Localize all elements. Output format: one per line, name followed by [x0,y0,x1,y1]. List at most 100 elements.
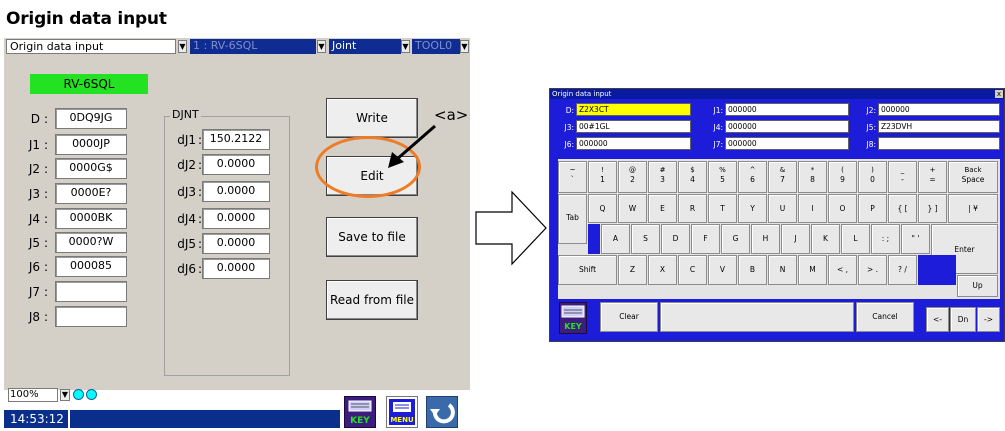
key-i[interactable]: I [798,194,827,223]
key-a[interactable]: A [601,224,630,254]
axis-input[interactable]: 000000 [725,120,849,133]
key-1[interactable]: ! 1 [588,161,617,193]
axis-value-field[interactable]: 0000E? [55,183,127,204]
key-x[interactable]: X [648,255,677,285]
axis-input[interactable]: Z2X3CT [576,103,691,116]
key-pipe[interactable]: | ¥ [948,194,998,223]
axis-input[interactable]: 000000 [576,137,691,150]
key-5[interactable]: % 5 [708,161,737,193]
key-l[interactable]: L [841,224,870,254]
axis-value-field[interactable]: 0000BK [55,208,127,229]
screen-select[interactable]: Origin data input [6,39,176,54]
right-arrow-key[interactable]: -> [977,307,1000,332]
coordinate-select[interactable]: Joint [329,39,401,54]
key-4[interactable]: $4 [678,161,707,193]
key-0[interactable]: ) 0 [858,161,887,193]
key-comma[interactable]: < , [828,255,857,285]
menu-icon[interactable]: MENU [386,396,418,428]
chevron-down-icon[interactable]: ▼ [460,40,469,53]
chevron-down-icon[interactable]: ▼ [317,40,326,53]
return-icon[interactable] [426,396,458,428]
key-m[interactable]: M [798,255,827,285]
key-right-brace[interactable]: } ] [918,194,947,223]
key-c[interactable]: C [678,255,707,285]
key-quote[interactable]: " ' [901,224,930,254]
key-period[interactable]: > . [858,255,887,285]
key-j[interactable]: J [781,224,810,254]
key-e[interactable]: E [648,194,677,223]
cancel-button[interactable]: Cancel [856,302,914,332]
axis-input[interactable]: 000000 [725,137,849,150]
chevron-down-icon[interactable]: ▼ [178,40,187,53]
key-z[interactable]: Z [618,255,647,285]
read-from-file-button[interactable]: Read from file [326,280,418,320]
axis-value-field[interactable] [55,281,127,302]
key-r[interactable]: R [678,194,707,223]
key-u[interactable]: U [768,194,797,223]
axis-input[interactable] [878,137,1000,150]
zoom-select[interactable]: 100% [8,388,58,402]
left-arrow-key[interactable]: <- [926,307,949,332]
key-minus[interactable]: _ - [888,161,917,193]
key-o[interactable]: O [828,194,857,223]
chevron-down-icon[interactable]: ▼ [60,389,70,401]
key-s[interactable]: S [631,224,660,254]
axis-value-field[interactable]: 0DQ9JG [55,108,127,129]
key-8[interactable]: * 8 [798,161,827,193]
save-to-file-button[interactable]: Save to file [326,217,418,257]
keyboard-key-icon[interactable]: KEY [344,396,376,428]
key-p[interactable]: P [858,194,887,223]
tool-select[interactable]: TOOL0 [412,39,460,54]
key-q[interactable]: Q [588,194,617,223]
djnt-value-field: 0.0000 [202,233,270,254]
djnt-label: dJ1 [177,133,196,147]
tab-key[interactable]: Tab [558,194,587,244]
shift-key[interactable]: Shift [558,255,617,285]
keyboard-key-icon[interactable]: KEY [559,302,587,334]
axis-value-field[interactable]: 0000JP [55,134,127,155]
space-bar[interactable] [660,302,854,332]
axis-value-field[interactable]: 0000G$ [55,158,127,179]
axis-input[interactable]: 000000 [725,103,849,116]
key-6[interactable]: ^ 6 [738,161,767,193]
key-backquote[interactable]: ~ ` [558,161,587,193]
clear-button[interactable]: Clear [600,302,658,332]
robot-select[interactable]: 1 : RV-6SQL [190,39,316,54]
axis-input[interactable]: 00#1GL [576,120,691,133]
key-equals[interactable]: + = [918,161,947,193]
key-t[interactable]: T [708,194,737,223]
axis-input[interactable]: Z23DVH [878,120,1000,133]
key-9[interactable]: (9 [828,161,857,193]
key-2[interactable]: @2 [618,161,647,193]
key-h[interactable]: H [751,224,780,254]
key-n[interactable]: N [768,255,797,285]
key-slash[interactable]: ? / [888,255,917,285]
djnt-title: DJNT [170,108,201,121]
backspace-key[interactable]: Back Space [948,161,998,193]
key-g[interactable]: G [721,224,750,254]
chevron-down-icon[interactable]: ▼ [401,40,410,53]
axis-label: J4 [28,212,40,226]
axis-input[interactable]: 000000 [878,103,1000,116]
axis-value-field[interactable]: 0000?W [55,232,127,253]
close-icon[interactable]: x [995,90,1003,98]
down-key[interactable]: Dn [950,307,976,332]
key-b[interactable]: B [738,255,767,285]
key-3[interactable]: #3 [648,161,677,193]
field-label: J8: [866,140,876,149]
key-d[interactable]: D [661,224,690,254]
key-k[interactable]: K [811,224,840,254]
key-left-brace[interactable]: { [ [888,194,917,223]
djnt-value-field: 0.0000 [202,154,270,175]
up-key[interactable]: Up [957,275,998,297]
key-7[interactable]: & 7 [768,161,797,193]
key-y[interactable]: Y [738,194,767,223]
key-colon[interactable]: : ; [871,224,900,254]
axis-value-field[interactable] [55,306,127,327]
key-w[interactable]: W [618,194,647,223]
key-f[interactable]: F [691,224,720,254]
axis-value-field[interactable]: 000085 [55,256,127,277]
key-v[interactable]: V [708,255,737,285]
svg-text:KEY: KEY [564,322,582,331]
status-indicator-icon [73,389,84,400]
